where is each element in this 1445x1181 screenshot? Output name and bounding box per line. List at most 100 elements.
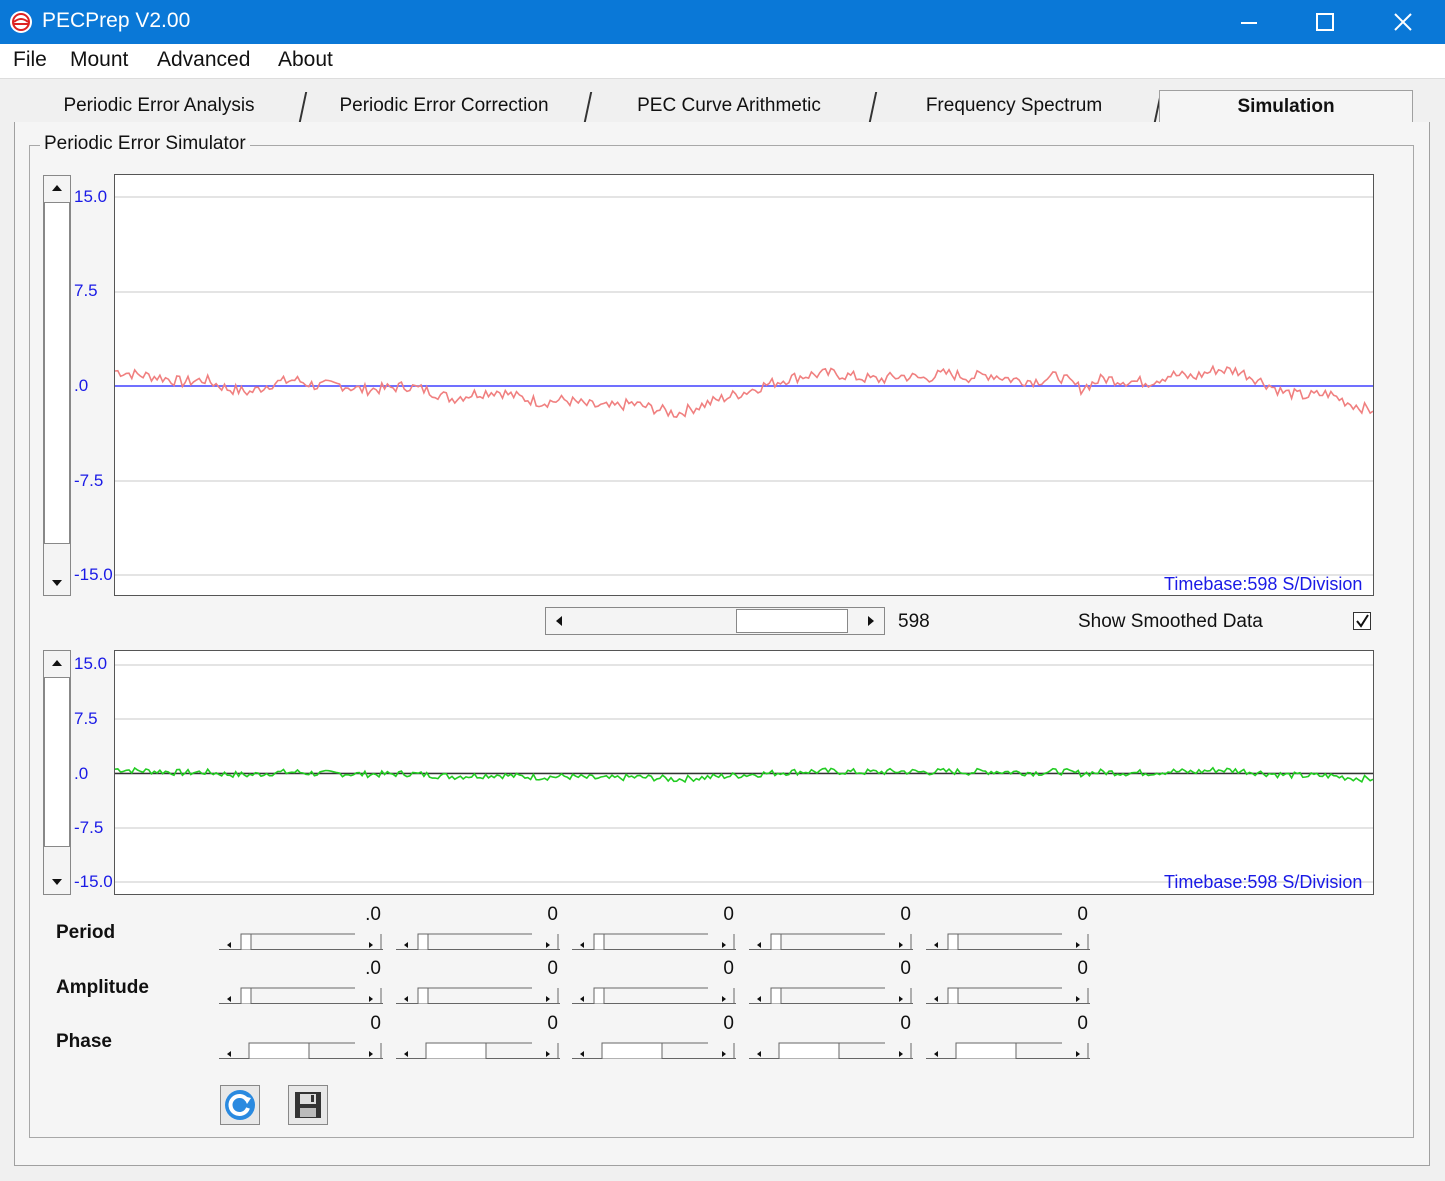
period-label: Period — [56, 922, 116, 943]
timebase-scrollbar[interactable] — [545, 607, 885, 635]
arrow-left-icon — [556, 616, 562, 626]
tab-frequency-spectrum[interactable]: Frequency Spectrum — [874, 90, 1154, 122]
slider-ticks-icon — [227, 933, 382, 950]
period-value: .0 — [365, 904, 381, 925]
amplitude-value: .0 — [365, 958, 381, 979]
period-slider-5[interactable]: 0 — [926, 904, 1090, 950]
y-tick-label: -7.5 — [74, 471, 104, 490]
scroll-up-button[interactable] — [44, 176, 70, 200]
period-slider-1[interactable]: .0 — [219, 904, 383, 950]
slider-ticks-icon — [934, 933, 1089, 950]
slider-ticks-icon — [934, 987, 1089, 1004]
amplitude-value: 0 — [900, 958, 911, 979]
top-timebase-label: Timebase:598 S/Division — [1164, 574, 1363, 594]
phase-slider-3[interactable]: 0 — [572, 1013, 736, 1059]
y-tick-label: -15.0 — [74, 565, 113, 584]
amplitude-value: 0 — [723, 958, 734, 979]
minimize-button[interactable] — [1212, 0, 1287, 44]
refresh-button[interactable] — [220, 1085, 260, 1125]
amplitude-slider-2[interactable]: 0 — [396, 958, 560, 1004]
tab-pec-curve-arithmetic[interactable]: PEC Curve Arithmetic — [589, 90, 869, 122]
maximize-icon — [1316, 13, 1334, 31]
menu-file[interactable]: File — [13, 48, 47, 72]
slider-ticks-icon — [580, 933, 735, 950]
phase-value: 0 — [1077, 1013, 1088, 1034]
scroll-left-button[interactable] — [546, 608, 572, 634]
amplitude-slider-5[interactable]: 0 — [926, 958, 1090, 1004]
phase-value: 0 — [723, 1013, 734, 1034]
phase-label: Phase — [56, 1031, 112, 1052]
phase-slider-2[interactable]: 0 — [396, 1013, 560, 1059]
period-slider-3[interactable]: 0 — [572, 904, 736, 950]
period-value: 0 — [723, 904, 734, 925]
period-slider-2[interactable]: 0 — [396, 904, 560, 950]
scroll-down-button[interactable] — [44, 571, 70, 595]
arrow-right-icon — [868, 616, 874, 626]
slider-ticks-icon — [757, 1042, 912, 1059]
phase-slider-1[interactable]: 0 — [219, 1013, 383, 1059]
slider-ticks-icon — [404, 933, 559, 950]
title-bar: PECPrep V2.00 — [0, 0, 1445, 44]
minimize-icon — [1241, 22, 1257, 24]
slider-ticks-icon — [404, 987, 559, 1004]
arrow-down-icon — [52, 580, 62, 586]
amplitude-label: Amplitude — [56, 977, 149, 998]
refresh-icon — [225, 1090, 255, 1120]
y-tick-label: -7.5 — [74, 818, 104, 837]
tab-simulation[interactable]: Simulation — [1159, 90, 1413, 122]
period-value: 0 — [1077, 904, 1088, 925]
y-tick-label: .0 — [74, 376, 89, 395]
close-icon — [1394, 13, 1412, 31]
scroll-thumb[interactable] — [44, 677, 70, 847]
tab-periodic-error-analysis[interactable]: Periodic Error Analysis — [14, 90, 304, 122]
y-tick-label: 7.5 — [74, 709, 98, 728]
period-slider-4[interactable]: 0 — [749, 904, 913, 950]
window-title: PECPrep V2.00 — [42, 9, 191, 32]
amplitude-slider-3[interactable]: 0 — [572, 958, 736, 1004]
menu-mount[interactable]: Mount — [70, 48, 128, 72]
top-chart-vscrollbar[interactable] — [43, 175, 71, 596]
timebase-value: 598 — [898, 611, 930, 632]
phase-slider-4[interactable]: 0 — [749, 1013, 913, 1059]
arrow-down-icon — [52, 879, 62, 885]
menu-about[interactable]: About — [278, 48, 333, 72]
amplitude-slider-4[interactable]: 0 — [749, 958, 913, 1004]
tab-strip: Periodic Error Analysis Periodic Error C… — [14, 90, 1430, 122]
scroll-right-button[interactable] — [858, 608, 884, 634]
slider-ticks-icon — [934, 1042, 1089, 1059]
top-chart-plot — [114, 196, 1374, 576]
menu-bar: File Mount Advanced About — [0, 44, 1445, 79]
y-tick-label: .0 — [74, 764, 89, 783]
bottom-chart-vscrollbar[interactable] — [43, 650, 71, 895]
slider-ticks-icon — [227, 1042, 382, 1059]
timebase-thumb[interactable] — [736, 609, 848, 633]
scroll-down-button[interactable] — [44, 870, 70, 894]
y-tick-label: -15.0 — [74, 872, 113, 891]
scroll-thumb[interactable] — [44, 202, 70, 544]
arrow-up-icon — [52, 185, 62, 191]
y-tick-label: 7.5 — [74, 281, 98, 300]
top-error-chart — [114, 174, 1374, 596]
slider-ticks-icon — [580, 987, 735, 1004]
arrow-up-icon — [52, 660, 62, 666]
amplitude-value: 0 — [547, 958, 558, 979]
tab-periodic-error-correction[interactable]: Periodic Error Correction — [304, 90, 584, 122]
bottom-timebase-label: Timebase:598 S/Division — [1164, 872, 1363, 892]
menu-advanced[interactable]: Advanced — [157, 48, 250, 72]
y-tick-label: 15.0 — [74, 187, 108, 206]
close-button[interactable] — [1366, 0, 1441, 44]
save-icon — [295, 1092, 321, 1118]
smoothed-data-label: Show Smoothed Data — [1078, 611, 1263, 632]
error-trace — [114, 364, 1374, 418]
phase-slider-5[interactable]: 0 — [926, 1013, 1090, 1059]
bottom-chart-plot — [114, 664, 1374, 883]
bottom-error-chart — [114, 650, 1374, 895]
app-logo-icon — [10, 11, 32, 33]
amplitude-slider-1[interactable]: .0 — [219, 958, 383, 1004]
smoothed-data-checkbox[interactable] — [1353, 612, 1371, 630]
slider-ticks-icon — [757, 933, 912, 950]
slider-ticks-icon — [227, 987, 382, 1004]
scroll-up-button[interactable] — [44, 651, 70, 675]
save-button[interactable] — [288, 1085, 328, 1125]
maximize-button[interactable] — [1288, 0, 1363, 44]
